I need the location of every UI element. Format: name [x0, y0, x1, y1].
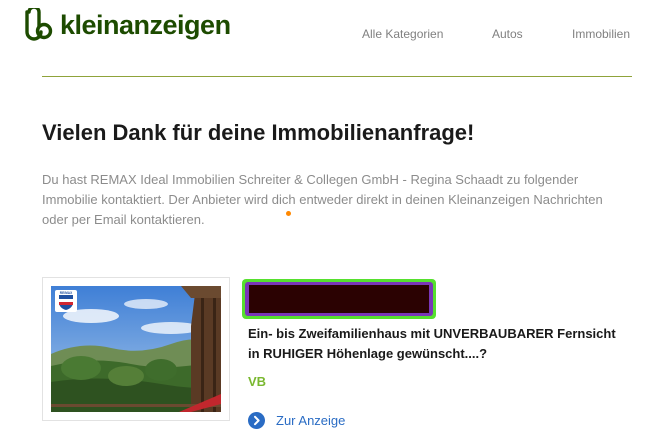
- view-listing-label[interactable]: Zur Anzeige: [276, 413, 345, 428]
- svg-text:RE/MAX: RE/MAX: [60, 291, 73, 295]
- remax-badge: RE/MAX: [55, 290, 77, 312]
- nav-item-autos[interactable]: Autos: [492, 27, 523, 41]
- logo[interactable]: kleinanzeigen: [20, 8, 231, 42]
- header-divider: [42, 76, 632, 77]
- view-listing-link[interactable]: Zur Anzeige: [248, 412, 345, 429]
- logo-text: kleinanzeigen: [60, 10, 231, 40]
- chevron-right-circle-icon: [248, 412, 265, 429]
- site-header: kleinanzeigen Alle Kategorien Autos Immo…: [0, 0, 652, 76]
- page-title: Vielen Dank für deine Immobilienanfrage!: [42, 120, 475, 145]
- confirmation-text: Du hast REMAX Ideal Immobilien Schreiter…: [42, 172, 603, 227]
- nav-item-immobilien[interactable]: Immobilien: [572, 27, 630, 41]
- redaction-mark: [242, 279, 436, 319]
- listing-title[interactable]: Ein- bis Zweifamilienhaus mit UNVERBAUBA…: [248, 324, 628, 364]
- listing-photo: RE/MAX: [51, 286, 221, 412]
- nav-item-alle-kategorien[interactable]: Alle Kategorien: [362, 27, 443, 41]
- cursor-dot: [286, 211, 291, 216]
- logo-mark-icon: [25, 8, 53, 41]
- listing-price: VB: [248, 374, 267, 389]
- listing-image-frame[interactable]: RE/MAX: [42, 277, 230, 421]
